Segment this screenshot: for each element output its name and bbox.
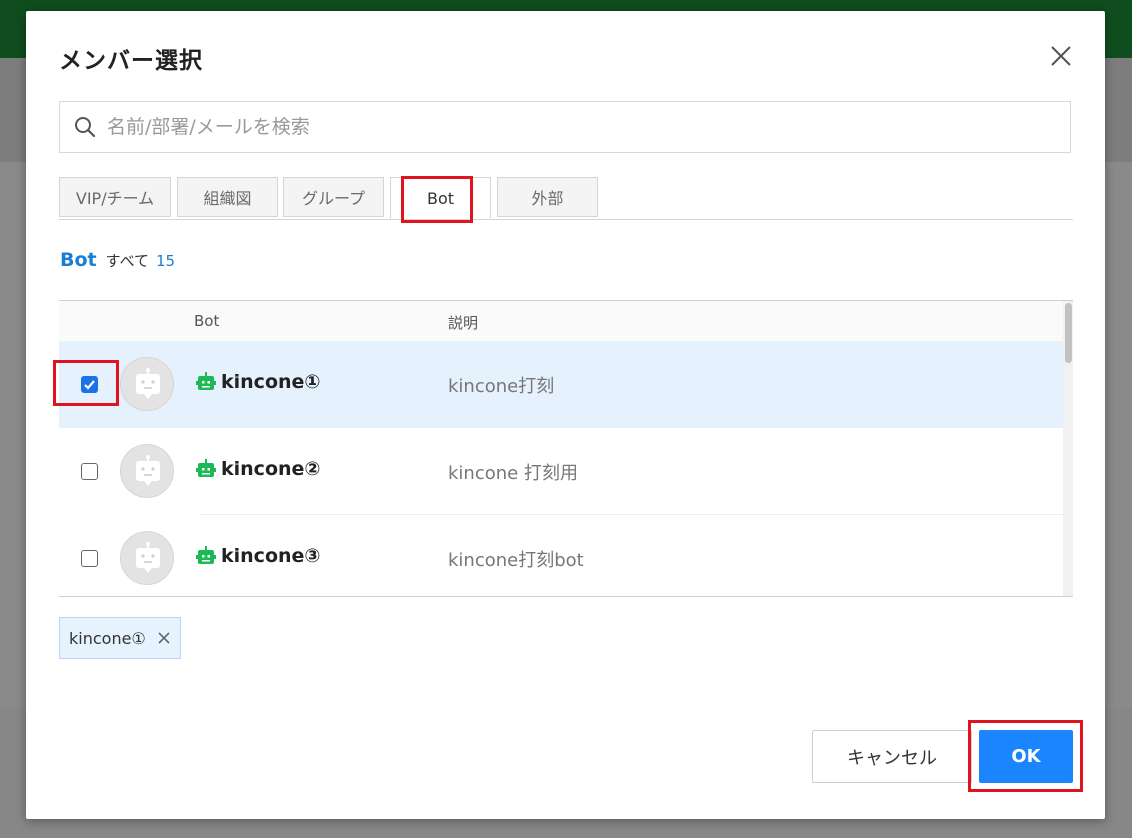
dialog-title: メンバー選択 <box>59 48 203 74</box>
table-scrollbar[interactable] <box>1063 301 1073 596</box>
column-header-bot: Bot <box>194 312 220 330</box>
selected-chip: kincone① <box>59 617 181 659</box>
search-icon <box>75 117 96 138</box>
chip-label: kincone① <box>69 628 146 648</box>
table-row[interactable]: kincone③ kincone打刻bot <box>59 515 1063 596</box>
section-title: Bot <box>60 249 97 271</box>
table-header: Bot 説明 <box>59 301 1063 341</box>
bot-description: kincone 打刻用 <box>448 463 578 484</box>
avatar <box>120 444 174 498</box>
remove-icon[interactable] <box>158 632 170 644</box>
close-button[interactable] <box>1048 43 1074 69</box>
tab-bot[interactable]: Bot <box>390 177 491 219</box>
bot-icon <box>196 372 216 390</box>
member-select-dialog: メンバー選択 VIP/チーム 組織図 グループ Bot 外部 Bot すべて 1… <box>26 11 1105 819</box>
tab-bar: VIP/チーム 組織図 グループ Bot 外部 <box>59 177 1073 220</box>
tab-external[interactable]: 外部 <box>497 177 598 217</box>
tab-vip-team[interactable]: VIP/チーム <box>59 177 171 217</box>
robot-avatar-icon <box>136 455 160 486</box>
row-checkbox[interactable] <box>81 550 98 567</box>
section-header: Bot すべて 15 <box>60 249 175 271</box>
row-checkbox[interactable] <box>81 376 98 393</box>
bot-name: kincone① <box>196 371 321 393</box>
table-row[interactable]: kincone② kincone 打刻用 <box>59 428 1063 515</box>
section-all-label: すべて <box>105 252 149 270</box>
bot-table: Bot 説明 kincone① kincone打刻 kincone② kinco… <box>59 300 1073 597</box>
scroll-thumb[interactable] <box>1065 303 1072 363</box>
bot-icon <box>196 546 216 564</box>
tab-org-chart[interactable]: 組織図 <box>177 177 278 217</box>
bot-name-label: kincone③ <box>221 545 321 567</box>
section-count: 15 <box>155 252 176 270</box>
table-row[interactable]: kincone① kincone打刻 <box>59 341 1063 428</box>
check-icon <box>84 380 95 390</box>
bot-name: kincone② <box>196 458 321 480</box>
bot-description: kincone打刻 <box>448 376 555 397</box>
bot-name-label: kincone② <box>221 458 321 480</box>
row-checkbox[interactable] <box>81 463 98 480</box>
bot-name: kincone③ <box>196 545 321 567</box>
robot-avatar-icon <box>136 368 160 399</box>
cancel-button[interactable]: キャンセル <box>812 730 972 783</box>
avatar <box>120 531 174 585</box>
bot-icon <box>196 459 216 477</box>
close-icon <box>1051 46 1071 66</box>
tab-group[interactable]: グループ <box>283 177 384 217</box>
search-box[interactable] <box>59 101 1071 153</box>
ok-button[interactable]: OK <box>979 730 1073 783</box>
robot-avatar-icon <box>136 542 160 573</box>
bot-description: kincone打刻bot <box>448 550 584 571</box>
column-header-description: 説明 <box>448 314 479 332</box>
avatar <box>120 357 174 411</box>
bot-name-label: kincone① <box>221 371 321 393</box>
search-input[interactable] <box>105 115 1070 139</box>
